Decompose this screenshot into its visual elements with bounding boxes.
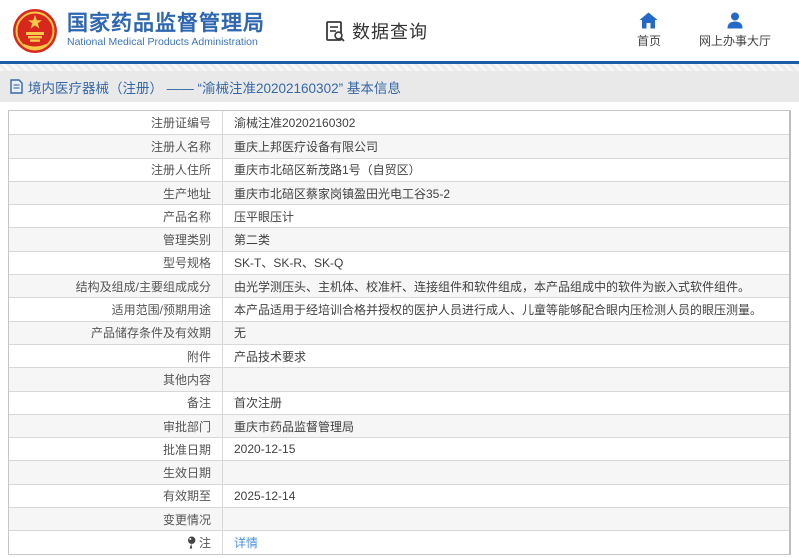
row-value: 重庆市药品监督管理局	[234, 419, 355, 434]
table-row: 注册人住所 重庆市北碚区新茂路1号（自贸区）	[9, 157, 789, 181]
nav-home[interactable]: 首页	[637, 12, 661, 49]
row-label: 审批部门	[9, 414, 223, 438]
data-query-title: 数据查询	[323, 18, 428, 44]
row-label: 适用范围/预期用途	[9, 298, 223, 321]
row-value: 产品技术要求	[234, 349, 307, 364]
row-label: 产品名称	[9, 205, 223, 228]
row-label: 变更情况	[9, 508, 223, 531]
row-value	[223, 368, 789, 390]
row-label-text: 备注	[186, 396, 211, 411]
row-value: 重庆市北碚区蔡家岗镇盈田光电工谷35-2	[234, 186, 451, 201]
data-query-label: 数据查询	[352, 21, 428, 42]
row-value: 重庆市北碚区新茂路1号（自贸区）	[234, 163, 421, 178]
row-label-text: 注	[198, 535, 211, 550]
table-row: 其他内容	[9, 367, 789, 391]
detail-link[interactable]: 详情	[234, 534, 258, 551]
row-label: 备注	[9, 391, 223, 414]
row-value: 由光学测压头、主机体、校准杆、连接组件和软件组成，本产品组成中的软件为嵌入式软件…	[234, 279, 751, 294]
table-row: 结构及组成/主要组成成分 由光学测压头、主机体、校准杆、连接组件和软件组成，本产品…	[9, 274, 789, 298]
home-icon	[639, 12, 658, 29]
row-label-text: 产品名称	[162, 209, 211, 224]
info-table: 注册证编号 渝械注准20202160302 注册人名称 重庆上邦医疗设备有限公司 注册人…	[8, 110, 791, 555]
row-label: 产品储存条件及有效期	[9, 321, 223, 344]
breadcrumb: 境内医疗器械（注册） —— “渝械注准20202160302” 基本信息	[0, 71, 799, 102]
row-label-text: 型号规格	[162, 256, 211, 271]
row-label-text: 生产地址	[162, 186, 211, 201]
org-name-cn: 国家药品监督管理局	[67, 12, 265, 36]
row-value	[223, 461, 789, 483]
breadcrumb-text: 境内医疗器械（注册） —— “渝械注准20202160302” 基本信息	[28, 80, 401, 96]
row-label: 生产地址	[9, 181, 223, 205]
nav-service-hall[interactable]: 网上办事大厅	[699, 12, 771, 49]
row-value	[223, 508, 789, 530]
table-row: 批准日期 2020-12-15	[9, 437, 789, 461]
row-label-text: 有效期至	[162, 489, 211, 504]
row-label-text: 注册人住所	[150, 163, 211, 178]
row-label-text: 批准日期	[162, 442, 211, 457]
org-name-en: National Medical Products Administration	[67, 36, 258, 49]
row-label-text: 注册证编号	[150, 116, 211, 131]
row-label-text: 管理类别	[162, 233, 211, 248]
row-label-text: 审批部门	[162, 419, 211, 434]
row-label: 附件	[9, 344, 223, 368]
table-row: 生产地址 重庆市北碚区蔡家岗镇盈田光电工谷35-2	[9, 180, 789, 205]
row-label-text: 其他内容	[162, 372, 211, 387]
row-label: 其他内容	[9, 368, 223, 391]
row-value: 第二类	[234, 233, 271, 248]
row-label-text: 注册人名称	[150, 139, 211, 154]
table-row: 备注 首次注册	[9, 390, 789, 414]
table-row: 有效期至 2025-12-14	[9, 483, 789, 508]
note-pin-icon	[187, 536, 196, 549]
row-label-text: 生效日期	[162, 466, 211, 481]
row-label-text: 变更情况	[162, 512, 211, 527]
row-label: 型号规格	[9, 251, 223, 275]
document-icon	[10, 79, 23, 94]
row-value: 首次注册	[234, 396, 283, 411]
table-row: 注册人名称 重庆上邦医疗设备有限公司	[9, 134, 789, 158]
table-row: 适用范围/预期用途 本产品适用于经培训合格并授权的医护人员进行成人、儿童等能够配合…	[9, 297, 789, 321]
table-row: 附件 产品技术要求	[9, 343, 789, 368]
row-value: 2020-12-15	[234, 442, 296, 457]
row-label: 有效期至	[9, 484, 223, 508]
row-value: 无	[234, 326, 247, 341]
table-row: 变更情况	[9, 507, 789, 531]
row-label: 管理类别	[9, 228, 223, 251]
nav-home-label: 首页	[636, 34, 661, 48]
data-query-icon	[326, 20, 345, 42]
row-label: 生效日期	[9, 461, 223, 484]
row-label-text: 结构及组成/主要组成成分	[75, 279, 211, 294]
table-row: 注 详情	[9, 530, 789, 554]
row-label: 注册人住所	[9, 158, 223, 181]
row-label: 注册人名称	[9, 135, 223, 158]
row-label: 注	[9, 531, 223, 554]
row-value: 渝械注准20202160302	[234, 116, 356, 131]
row-label: 批准日期	[9, 438, 223, 461]
row-label: 结构及组成/主要组成成分	[9, 275, 223, 298]
table-row: 审批部门 重庆市药品监督管理局	[9, 413, 789, 438]
table-row: 管理类别 第二类	[9, 227, 789, 251]
org-names: 国家药品监督管理局 National Medical Products Admi…	[67, 12, 265, 49]
table-row: 产品储存条件及有效期 无	[9, 320, 789, 344]
nav-service-hall-label: 网上办事大厅	[698, 34, 771, 48]
header-nav: 首页 网上办事大厅	[637, 12, 771, 49]
table-row: 型号规格 SK-T、SK-R、SK-Q	[9, 250, 789, 275]
table-row: 注册证编号 渝械注准20202160302	[9, 111, 789, 135]
hatch-texture-strip	[0, 64, 799, 71]
row-label-text: 产品储存条件及有效期	[90, 326, 211, 341]
header: 国家药品监督管理局 National Medical Products Admi…	[0, 0, 799, 61]
national-emblem-logo	[13, 8, 57, 53]
table-row: 产品名称 压平眼压计	[9, 204, 789, 228]
row-label: 注册证编号	[9, 111, 223, 135]
row-value: 详情	[223, 531, 789, 553]
row-value: 2025-12-14	[234, 488, 296, 503]
row-label-text: 适用范围/预期用途	[111, 303, 211, 318]
row-value: SK-T、SK-R、SK-Q	[234, 256, 344, 271]
row-value: 重庆上邦医疗设备有限公司	[234, 139, 379, 154]
user-icon	[727, 12, 743, 29]
row-value: 压平眼压计	[234, 209, 295, 224]
row-value: 本产品适用于经培训合格并授权的医护人员进行成人、儿童等能够配合眼内压检测人员的眼…	[234, 303, 763, 318]
table-row: 生效日期	[9, 460, 789, 484]
row-label-text: 附件	[186, 349, 211, 364]
